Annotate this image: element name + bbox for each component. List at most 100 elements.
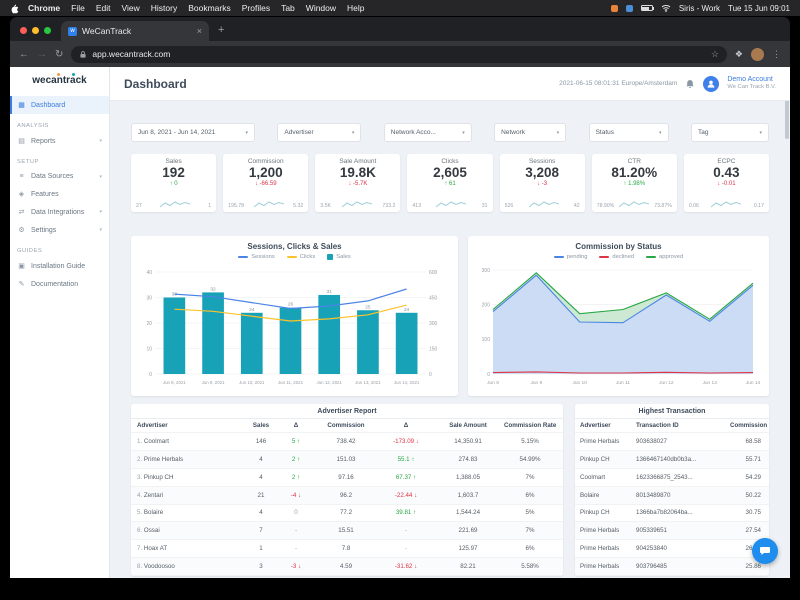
apple-menu-icon[interactable]	[10, 3, 19, 14]
browser-menu-icon[interactable]: ⋮	[772, 49, 781, 60]
column-header-sales[interactable]: Sales	[245, 422, 277, 429]
charts-row: Sessions, Clicks & Sales SessionsClicksS…	[131, 236, 769, 396]
table-row: 3. Pinkup CH42 ↑97.1667.37 ↑1,388.057%	[131, 469, 563, 487]
column-header-delta[interactable]: Δ	[277, 422, 315, 429]
sidebar-item-installation-guide[interactable]: ▣Installation Guide	[10, 257, 109, 275]
wifi-icon[interactable]	[661, 4, 671, 12]
menubar-item-history[interactable]: History	[151, 3, 177, 13]
sidebar-item-data-integrations[interactable]: ⇄Data Integrations▾	[10, 203, 109, 221]
highest-transaction-table: Highest Transaction AdvertiserTransactio…	[575, 404, 769, 576]
commission-cell: 30.75	[727, 509, 767, 516]
sidebar-item-features[interactable]: ◈Features	[10, 185, 109, 203]
sidebar-item-data-sources[interactable]: ≡Data Sources▾	[10, 168, 109, 185]
commission-cell: 50.22	[727, 492, 767, 499]
tab-close-icon[interactable]: ×	[197, 26, 202, 36]
column-header-commission[interactable]: Commission	[727, 422, 767, 429]
menubar-profile-label[interactable]: Siris - Work	[679, 4, 720, 13]
filter-status[interactable]: Status▾	[589, 123, 669, 142]
menubar-item-edit[interactable]: Edit	[96, 3, 111, 13]
transaction-id-cell: 903796485	[633, 563, 727, 570]
legend-label: Sales	[336, 254, 351, 260]
legend-item-approved[interactable]: approved	[646, 254, 683, 260]
sidebar-item-reports[interactable]: ▤Reports▾	[10, 132, 109, 150]
menubar-item-view[interactable]: View	[121, 3, 139, 13]
kpi-label: Clicks	[441, 158, 458, 165]
column-header-sale-amount[interactable]: Sale Amount	[435, 422, 501, 429]
menubar-item-window[interactable]: Window	[306, 3, 336, 13]
filter-tag[interactable]: Tag▾	[691, 123, 769, 142]
table-row: Prime Herbals90425384026.59	[575, 540, 769, 558]
filter-network[interactable]: Network▾	[494, 123, 566, 142]
kpi-sparkline	[254, 200, 284, 209]
table-row: 5. Bolaire4077.239.81 ↑1,544.245%	[131, 505, 563, 523]
column-header-commission-rate[interactable]: Commission Rate	[501, 422, 559, 429]
extensions-icon[interactable]: ❖	[735, 49, 743, 60]
kpi-value: 19.8K	[340, 165, 376, 181]
menubar-item-tab[interactable]: Tab	[281, 3, 295, 13]
new-tab-button[interactable]: +	[218, 24, 224, 36]
reload-icon[interactable]: ↻	[55, 49, 63, 60]
screen-record-icon[interactable]	[611, 5, 618, 12]
minimize-window-button[interactable]	[32, 27, 39, 34]
close-window-button[interactable]	[20, 27, 27, 34]
legend-item-sales[interactable]: Sales	[327, 254, 351, 260]
svg-text:Jun 9, 2021: Jun 9, 2021	[202, 380, 226, 385]
kpi-sparkline	[436, 200, 466, 209]
menubar-item-help[interactable]: Help	[347, 3, 364, 13]
column-header-commission[interactable]: Commission	[315, 422, 377, 429]
kpi-range: 271	[136, 200, 211, 209]
legend-item-sessions[interactable]: Sessions	[238, 254, 275, 260]
svg-text:Jun 14: Jun 14	[746, 380, 761, 386]
sidebar-item-settings[interactable]: ⚙Settings▾	[10, 221, 109, 239]
menubar-clock[interactable]: Tue 15 Jun 09:01	[728, 4, 790, 13]
legend-swatch	[327, 254, 333, 260]
column-header-advertiser[interactable]: Advertiser	[575, 422, 633, 429]
delta-cell: -	[377, 527, 435, 534]
commission-cell: 55.71	[727, 456, 767, 463]
sidebar-item-documentation[interactable]: ✎Documentation	[10, 275, 109, 293]
legend-label: Sessions	[251, 254, 275, 260]
sidebar-section-label: Analysis	[10, 114, 109, 132]
browser-toolbar: ← → ↻ app.wecantrack.com ☆ ❖ ⋮	[10, 41, 790, 67]
app-logo[interactable]: wecantrack	[10, 75, 109, 96]
kpi-max-value: 5.32	[293, 203, 303, 209]
chat-widget-button[interactable]	[752, 538, 778, 564]
legend-item-declined[interactable]: declined	[599, 254, 634, 260]
menubar-item-profiles[interactable]: Profiles	[242, 3, 270, 13]
column-header-transaction-id[interactable]: Transaction ID	[633, 422, 727, 429]
app-page: wecantrack ▦DashboardAnalysis▤Reports▾ Se…	[10, 67, 790, 578]
menubar-item-bookmarks[interactable]: Bookmarks	[188, 3, 231, 13]
svg-text:26: 26	[288, 302, 294, 308]
menubar-menus: Chrome File Edit View History Bookmarks Profil…	[28, 3, 365, 13]
browser-profile-avatar[interactable]	[751, 48, 764, 61]
app-status-icon[interactable]	[626, 5, 633, 12]
column-header-advertiser[interactable]: Advertiser	[131, 422, 245, 429]
legend-swatch	[554, 256, 564, 258]
advertiser-name: Zentari	[144, 492, 163, 499]
bookmark-star-icon[interactable]: ☆	[711, 49, 719, 60]
sidebar-item-label: Data Sources	[31, 173, 73, 180]
bell-icon[interactable]	[685, 79, 695, 89]
filter-advertiser[interactable]: Advertiser▾	[277, 123, 361, 142]
kpi-label: CTR	[628, 158, 641, 165]
menubar-item-file[interactable]: File	[71, 3, 85, 13]
account-avatar[interactable]	[703, 76, 719, 92]
back-icon[interactable]: ←	[19, 49, 29, 60]
date-range-filter[interactable]: Jun 8, 2021 - Jun 14, 2021▾	[131, 123, 255, 142]
forward-icon[interactable]: →	[37, 49, 47, 60]
svg-text:200: 200	[482, 302, 491, 308]
legend-item-clicks[interactable]: Clicks	[287, 254, 315, 260]
zoom-window-button[interactable]	[44, 27, 51, 34]
column-header-delta[interactable]: Δ	[377, 422, 435, 429]
chevron-down-icon: ▾	[759, 130, 762, 136]
legend-item-pending[interactable]: pending	[554, 254, 588, 260]
sidebar-item-dashboard[interactable]: ▦Dashboard	[10, 96, 109, 114]
address-bar[interactable]: app.wecantrack.com ☆	[71, 46, 727, 63]
legend-swatch	[599, 256, 609, 258]
filter-network-acco[interactable]: Network Acco...▾	[384, 123, 472, 142]
account-menu[interactable]: Demo Account We Can Track B.V.	[727, 76, 776, 92]
kpi-delta: ↑ 1.98%	[623, 181, 645, 187]
browser-tab[interactable]: w WeCanTrack ×	[61, 21, 209, 41]
menubar-item-chrome[interactable]: Chrome	[28, 3, 60, 13]
advertiser-cell: Pinkup CH	[575, 509, 633, 516]
